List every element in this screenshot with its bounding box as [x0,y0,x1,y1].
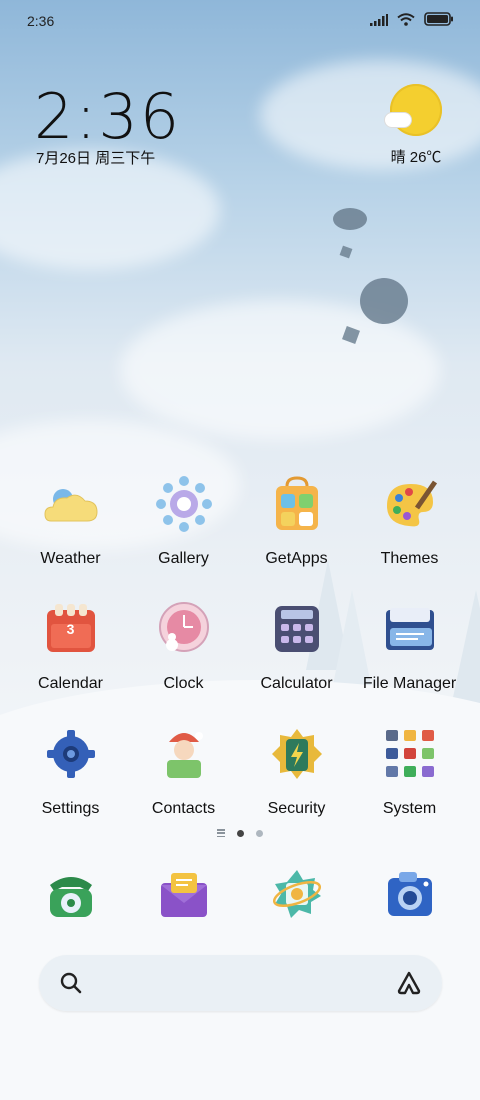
getapps-icon [265,472,329,536]
settings-icon [39,722,103,786]
app-calendar[interactable]: 3 Calendar [14,597,127,693]
app-label: GetApps [265,550,328,567]
battery-icon [424,12,454,31]
dock-camera[interactable] [353,862,466,926]
app-getapps[interactable]: GetApps [240,472,353,568]
app-file-manager[interactable]: File Manager [353,597,466,693]
app-contacts[interactable]: Contacts [127,722,240,818]
weather-widget[interactable]: 晴 26℃ [384,84,446,167]
signal-icon [370,13,388,31]
app-drawer-lines-icon[interactable] [217,829,225,837]
clock-widget-date: 7月26日 周三下午 [36,150,156,167]
app-label: File Manager [362,675,457,692]
app-label: Contacts [151,800,216,817]
status-time: 2:36 [27,13,55,29]
dock-messages[interactable] [127,862,240,926]
app-label: System [382,800,437,817]
system-folder-icon [378,722,442,786]
camera-icon [378,862,442,926]
contacts-icon [152,722,216,786]
app-label: Clock [163,675,204,692]
gallery-icon [152,472,216,536]
app-label: Weather [40,550,101,567]
app-label: Calculator [260,675,333,692]
browser-icon [265,862,329,926]
weather-icon [39,472,103,536]
wifi-icon [397,12,415,31]
app-security[interactable]: Security [240,722,353,818]
app-label: Calendar [38,675,103,692]
search-icon[interactable] [59,971,83,1000]
clock-widget-time[interactable]: 2:36 [34,80,181,153]
status-bar: 2:36 [0,0,480,42]
themes-icon [378,472,442,536]
page-dot-active[interactable] [237,829,244,837]
dock-browser[interactable] [240,862,353,926]
sunny-cloud-icon [384,84,442,136]
app-label: Settings [41,800,100,817]
phone-icon [39,862,103,926]
page-indicator[interactable] [0,829,480,837]
app-clock[interactable]: Clock [127,597,240,693]
app-weather[interactable]: Weather [14,472,127,568]
security-icon [265,722,329,786]
assistant-icon[interactable] [396,970,422,1001]
page-dot[interactable] [256,829,263,837]
file-manager-icon [378,597,442,661]
weather-widget-text: 晴 26℃ [390,149,442,166]
clock-icon [152,597,216,661]
dock-phone[interactable] [14,862,127,926]
app-system-folder[interactable]: System [353,722,466,818]
calculator-icon [265,597,329,661]
app-settings[interactable]: Settings [14,722,127,818]
messages-icon [152,862,216,926]
search-bar[interactable] [39,955,442,1011]
app-themes[interactable]: Themes [353,472,466,568]
app-label: Themes [380,550,439,567]
app-label: Security [267,800,326,817]
app-label: Gallery [158,550,209,567]
calendar-icon: 3 [39,597,103,661]
app-gallery[interactable]: Gallery [127,472,240,568]
calendar-day-badge: 3 [66,621,75,637]
app-calculator[interactable]: Calculator [240,597,353,693]
